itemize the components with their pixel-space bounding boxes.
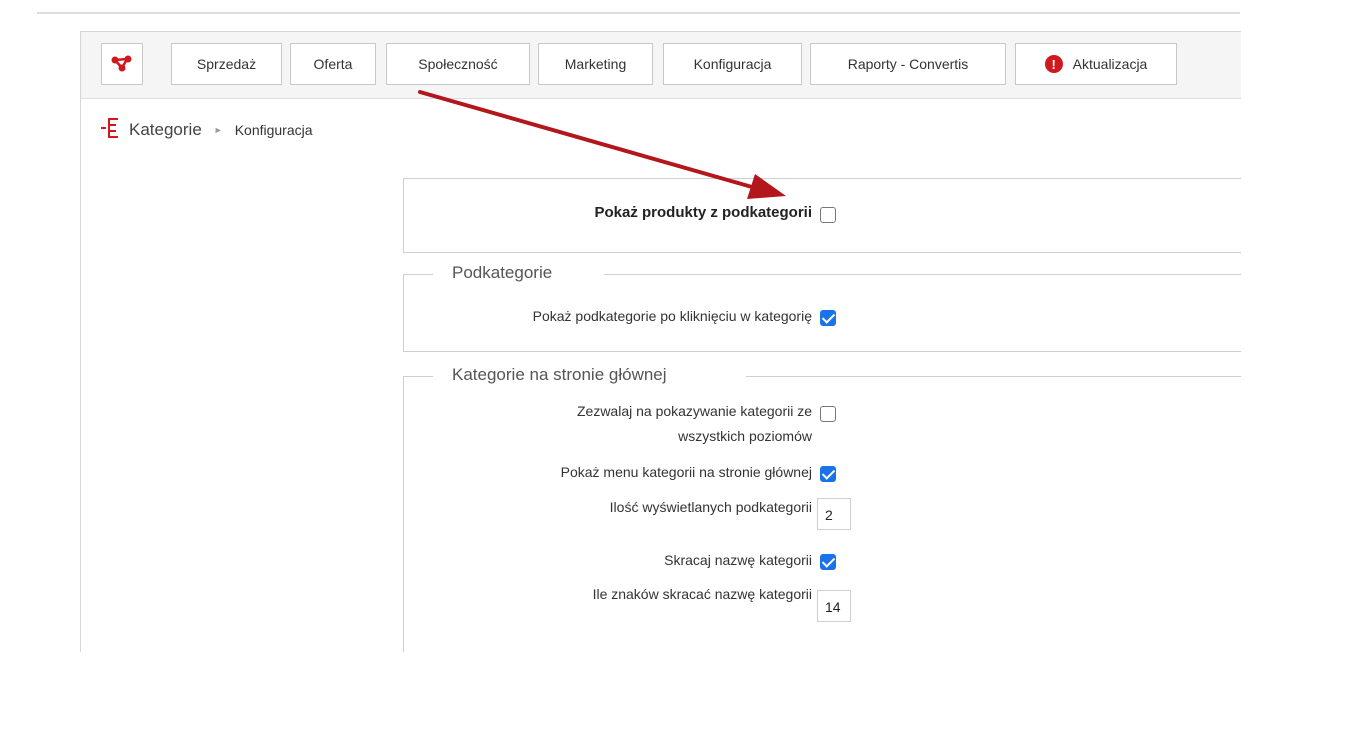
nav-item-label: Społeczność	[418, 56, 498, 72]
breadcrumb-separator-icon: ►	[213, 125, 223, 135]
subcategory-count-label: Ilość wyświetlanych podkategorii	[609, 499, 812, 515]
shorten-name-checkbox[interactable]	[820, 554, 836, 570]
app-frame: Sprzedaż Oferta Społeczność Marketing Ko…	[80, 31, 1241, 652]
show-subcategory-products-label: Pokaż produkty z podkategorii	[594, 204, 812, 221]
fieldset-border	[403, 376, 433, 377]
nav-item-raporty[interactable]: Raporty - Convertis	[810, 43, 1006, 85]
show-on-click-label: Pokaż podkategorie po kliknięciu w kateg…	[532, 308, 812, 324]
nav-item-oferta[interactable]: Oferta	[290, 43, 376, 85]
subcategories-fieldset: Podkategorie Pokaż podkategorie po klikn…	[403, 263, 1241, 352]
show-on-click-checkbox[interactable]	[820, 310, 836, 326]
nav-item-marketing[interactable]: Marketing	[538, 43, 653, 85]
allow-all-levels-label-line2: wszystkich poziomów	[678, 428, 812, 444]
alert-circle-icon: !	[1044, 55, 1063, 73]
home-logo-button[interactable]	[101, 43, 143, 85]
home-categories-fieldset: Kategorie na stronie głównej Zezwalaj na…	[403, 365, 1241, 652]
show-subcategory-products-checkbox[interactable]	[820, 207, 836, 223]
top-divider	[37, 12, 1240, 14]
breadcrumb: Kategorie ► Konfiguracja	[101, 117, 313, 143]
nav-item-label: Konfiguracja	[693, 56, 772, 72]
nav-item-label: Aktualizacja	[1072, 56, 1148, 72]
nav-item-label: Marketing	[564, 56, 627, 72]
nav-item-spolecznosc[interactable]: Społeczność	[386, 43, 530, 85]
nav-item-label: Raporty - Convertis	[847, 56, 969, 72]
breadcrumb-title[interactable]: Kategorie	[129, 120, 202, 140]
allow-all-levels-checkbox[interactable]	[820, 406, 836, 422]
nav-item-sprzedaz[interactable]: Sprzedaż	[171, 43, 282, 85]
shorten-chars-label: Ile znaków skracać nazwę kategorii	[592, 586, 812, 602]
allow-all-levels-label-line1: Zezwalaj na pokazywanie kategorii ze	[576, 403, 812, 419]
connected-nodes-icon	[111, 55, 133, 73]
top-navbar: Sprzedaż Oferta Społeczność Marketing Ko…	[81, 32, 1241, 99]
category-tree-icon	[101, 117, 119, 143]
show-products-panel: Pokaż produkty z podkategorii	[403, 178, 1241, 253]
fieldset-border	[403, 274, 433, 275]
show-menu-label: Pokaż menu kategorii na stronie głównej	[560, 464, 812, 480]
subcategory-count-input[interactable]: 2	[817, 498, 851, 530]
show-menu-checkbox[interactable]	[820, 466, 836, 482]
fieldset-border	[746, 376, 1241, 377]
subcategories-legend: Podkategorie	[448, 263, 557, 283]
breadcrumb-current: Konfiguracja	[234, 122, 313, 138]
home-categories-legend: Kategorie na stronie głównej	[448, 365, 671, 385]
nav-item-aktualizacja[interactable]: ! Aktualizacja	[1015, 43, 1177, 85]
shorten-name-label: Skracaj nazwę kategorii	[664, 552, 812, 568]
nav-item-konfiguracja[interactable]: Konfiguracja	[663, 43, 802, 85]
shorten-chars-input[interactable]: 14	[817, 590, 851, 622]
fieldset-border	[604, 274, 1241, 275]
nav-item-label: Sprzedaż	[196, 56, 257, 72]
nav-item-label: Oferta	[313, 56, 353, 72]
